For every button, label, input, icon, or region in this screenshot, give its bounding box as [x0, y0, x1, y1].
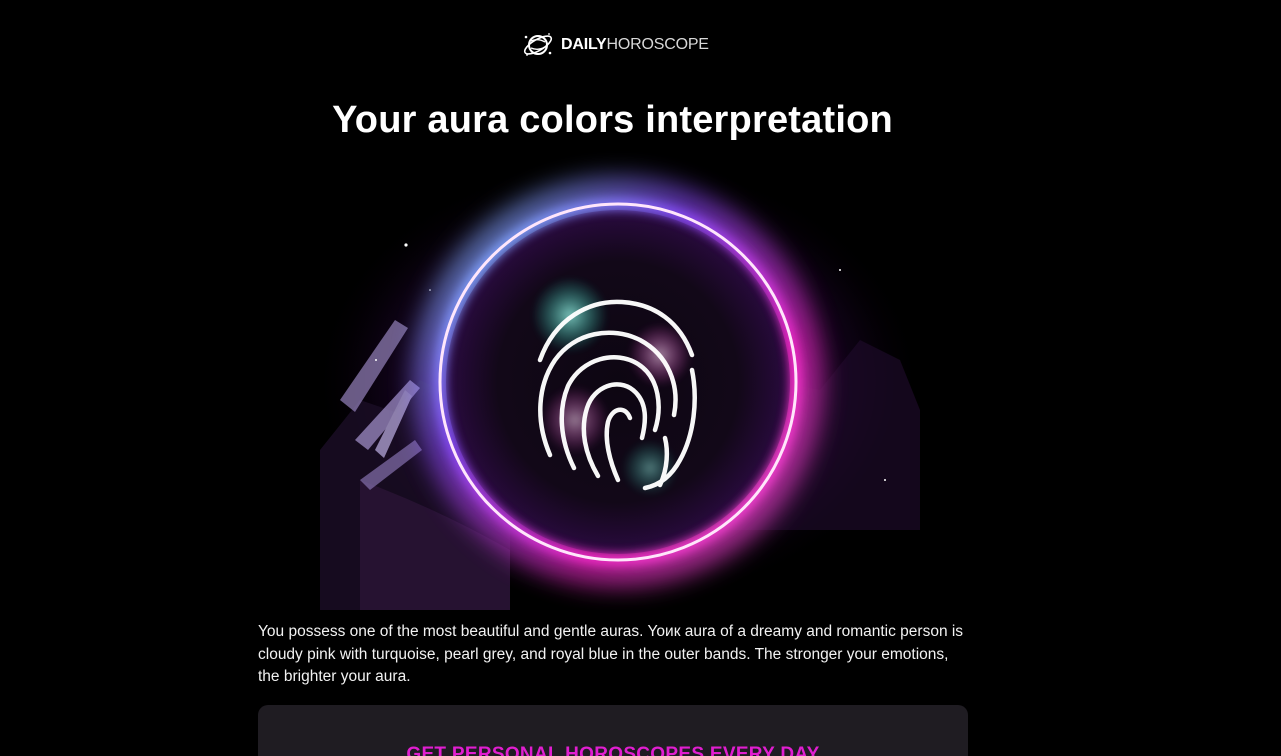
- logo-text-horoscope: HOROSCOPE: [606, 36, 709, 53]
- subscribe-heading: GET PERSONAL HOROSCOPES EVERY DAY: [406, 744, 820, 756]
- logo-text: DAILYHOROSCOPE: [561, 28, 709, 62]
- page-title: Your aura colors interpretation: [332, 99, 893, 141]
- aura-image: [313, 157, 923, 610]
- logo[interactable]: DAILYHOROSCOPE: [521, 28, 709, 62]
- aura-illustration: [300, 150, 930, 610]
- page: DAILYHOROSCOPE Your aura colors interpre…: [0, 0, 1281, 756]
- globe-orbit-icon: [523, 33, 553, 56]
- subscribe-card: GET PERSONAL HOROSCOPES EVERY DAY: [258, 705, 968, 756]
- aura-description: You possess one of the most beautiful an…: [258, 623, 964, 685]
- logo-text-daily: DAILY: [561, 36, 607, 53]
